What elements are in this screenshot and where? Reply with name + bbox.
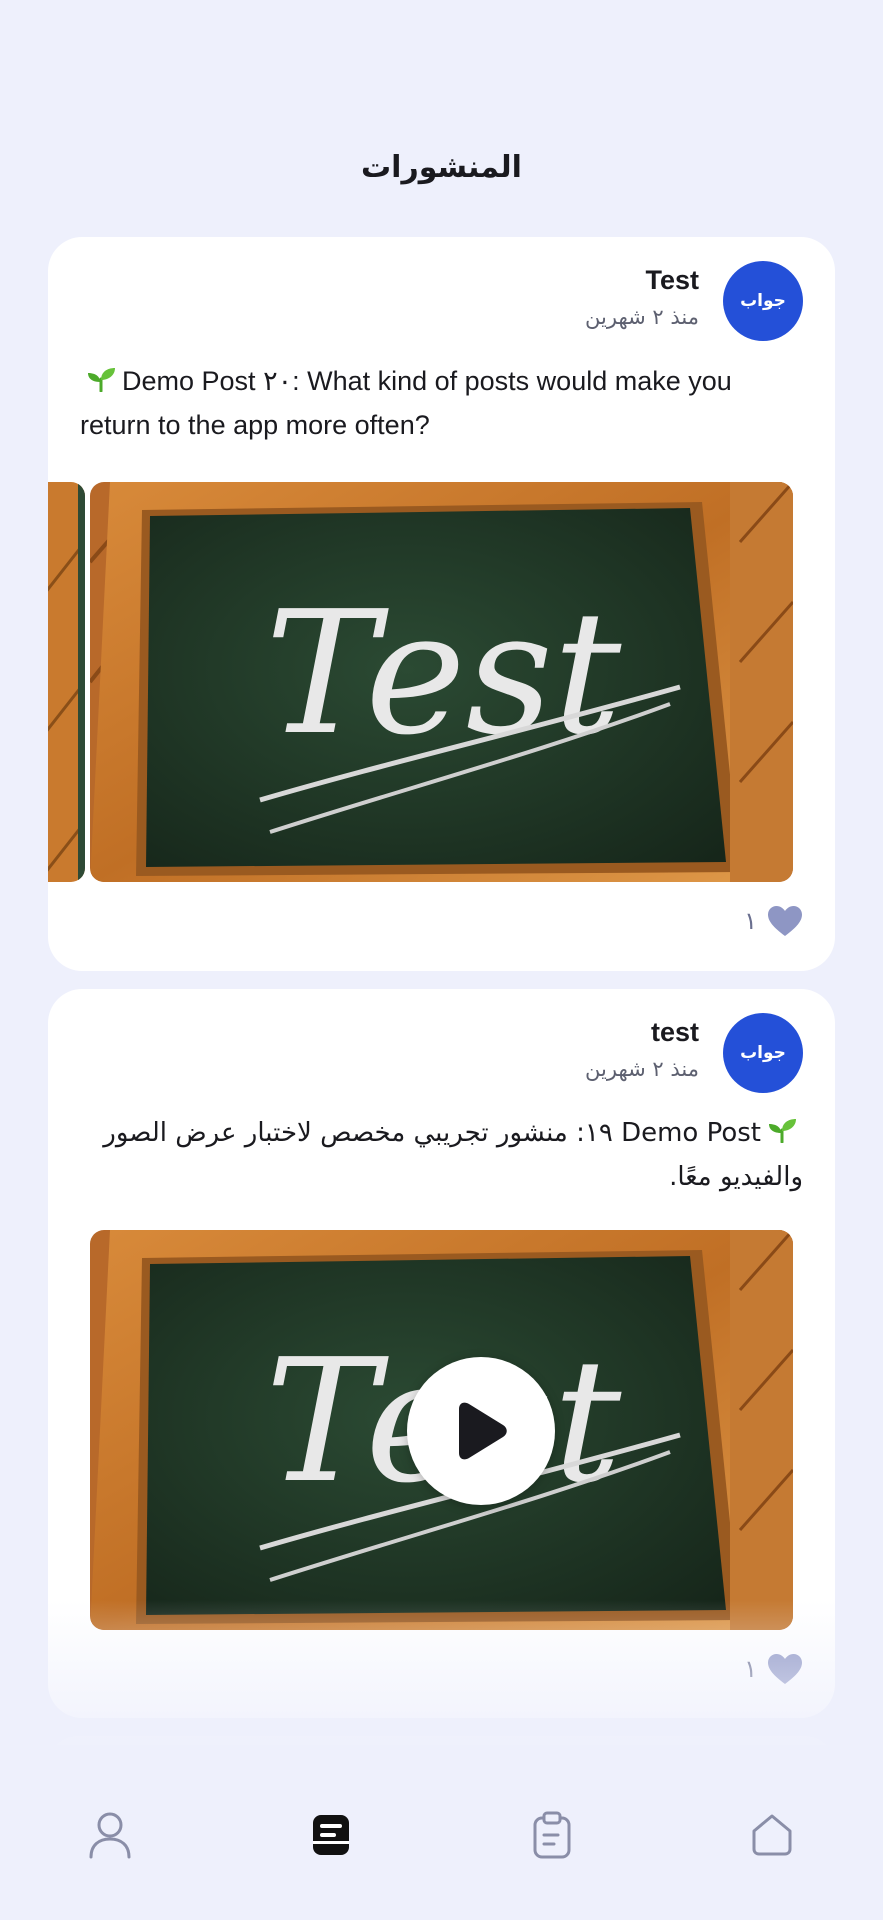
chalk-text: Test bbox=[265, 575, 622, 773]
post-author[interactable]: test bbox=[651, 1017, 699, 1048]
like-section[interactable]: ١ bbox=[744, 905, 803, 937]
post-video[interactable]: Test bbox=[90, 1230, 793, 1630]
post-card[interactable]: جواب Test منذ ٢ شهرين Demo Post ٢٠: What… bbox=[48, 237, 835, 971]
like-section[interactable]: ١ bbox=[744, 1653, 803, 1685]
post-text: Demo Post ٢٠: What kind of posts would m… bbox=[80, 359, 803, 447]
like-count: ١ bbox=[744, 1655, 757, 1683]
heart-icon[interactable] bbox=[767, 905, 803, 937]
post-time: منذ ٢ شهرين bbox=[585, 1057, 699, 1081]
like-count: ١ bbox=[744, 907, 757, 935]
post-text-content: Demo Post ٢٠: What kind of posts would m… bbox=[80, 366, 732, 440]
post-card[interactable]: جواب test منذ ٢ شهرين Demo Post ١٩: منشو… bbox=[48, 989, 835, 1718]
clipboard-icon bbox=[533, 1811, 571, 1859]
home-icon bbox=[752, 1814, 792, 1856]
sprout-icon bbox=[769, 1119, 796, 1143]
post-author[interactable]: Test bbox=[645, 265, 699, 296]
play-button[interactable] bbox=[407, 1357, 555, 1505]
heart-icon[interactable] bbox=[767, 1653, 803, 1685]
sprout-icon bbox=[88, 368, 115, 392]
nav-posts[interactable] bbox=[301, 1805, 361, 1865]
bottom-nav bbox=[0, 1745, 883, 1920]
post-text-content: Demo Post ١٩: منشور تجريبي مخصص لاختبار … bbox=[103, 1118, 803, 1192]
nav-profile[interactable] bbox=[80, 1805, 140, 1865]
post-time: منذ ٢ شهرين bbox=[585, 305, 699, 329]
nav-tasks[interactable] bbox=[522, 1805, 582, 1865]
play-icon bbox=[459, 1402, 507, 1460]
post-image[interactable]: Test bbox=[90, 482, 793, 882]
post-text: Demo Post ١٩: منشور تجريبي مخصص لاختبار … bbox=[80, 1111, 803, 1199]
nav-home[interactable] bbox=[742, 1805, 802, 1865]
posts-icon bbox=[313, 1815, 349, 1855]
avatar[interactable]: جواب bbox=[723, 261, 803, 341]
user-icon bbox=[89, 1812, 131, 1859]
avatar[interactable]: جواب bbox=[723, 1013, 803, 1093]
page-title: المنشورات bbox=[361, 150, 522, 185]
carousel-peek-image[interactable] bbox=[48, 482, 85, 882]
